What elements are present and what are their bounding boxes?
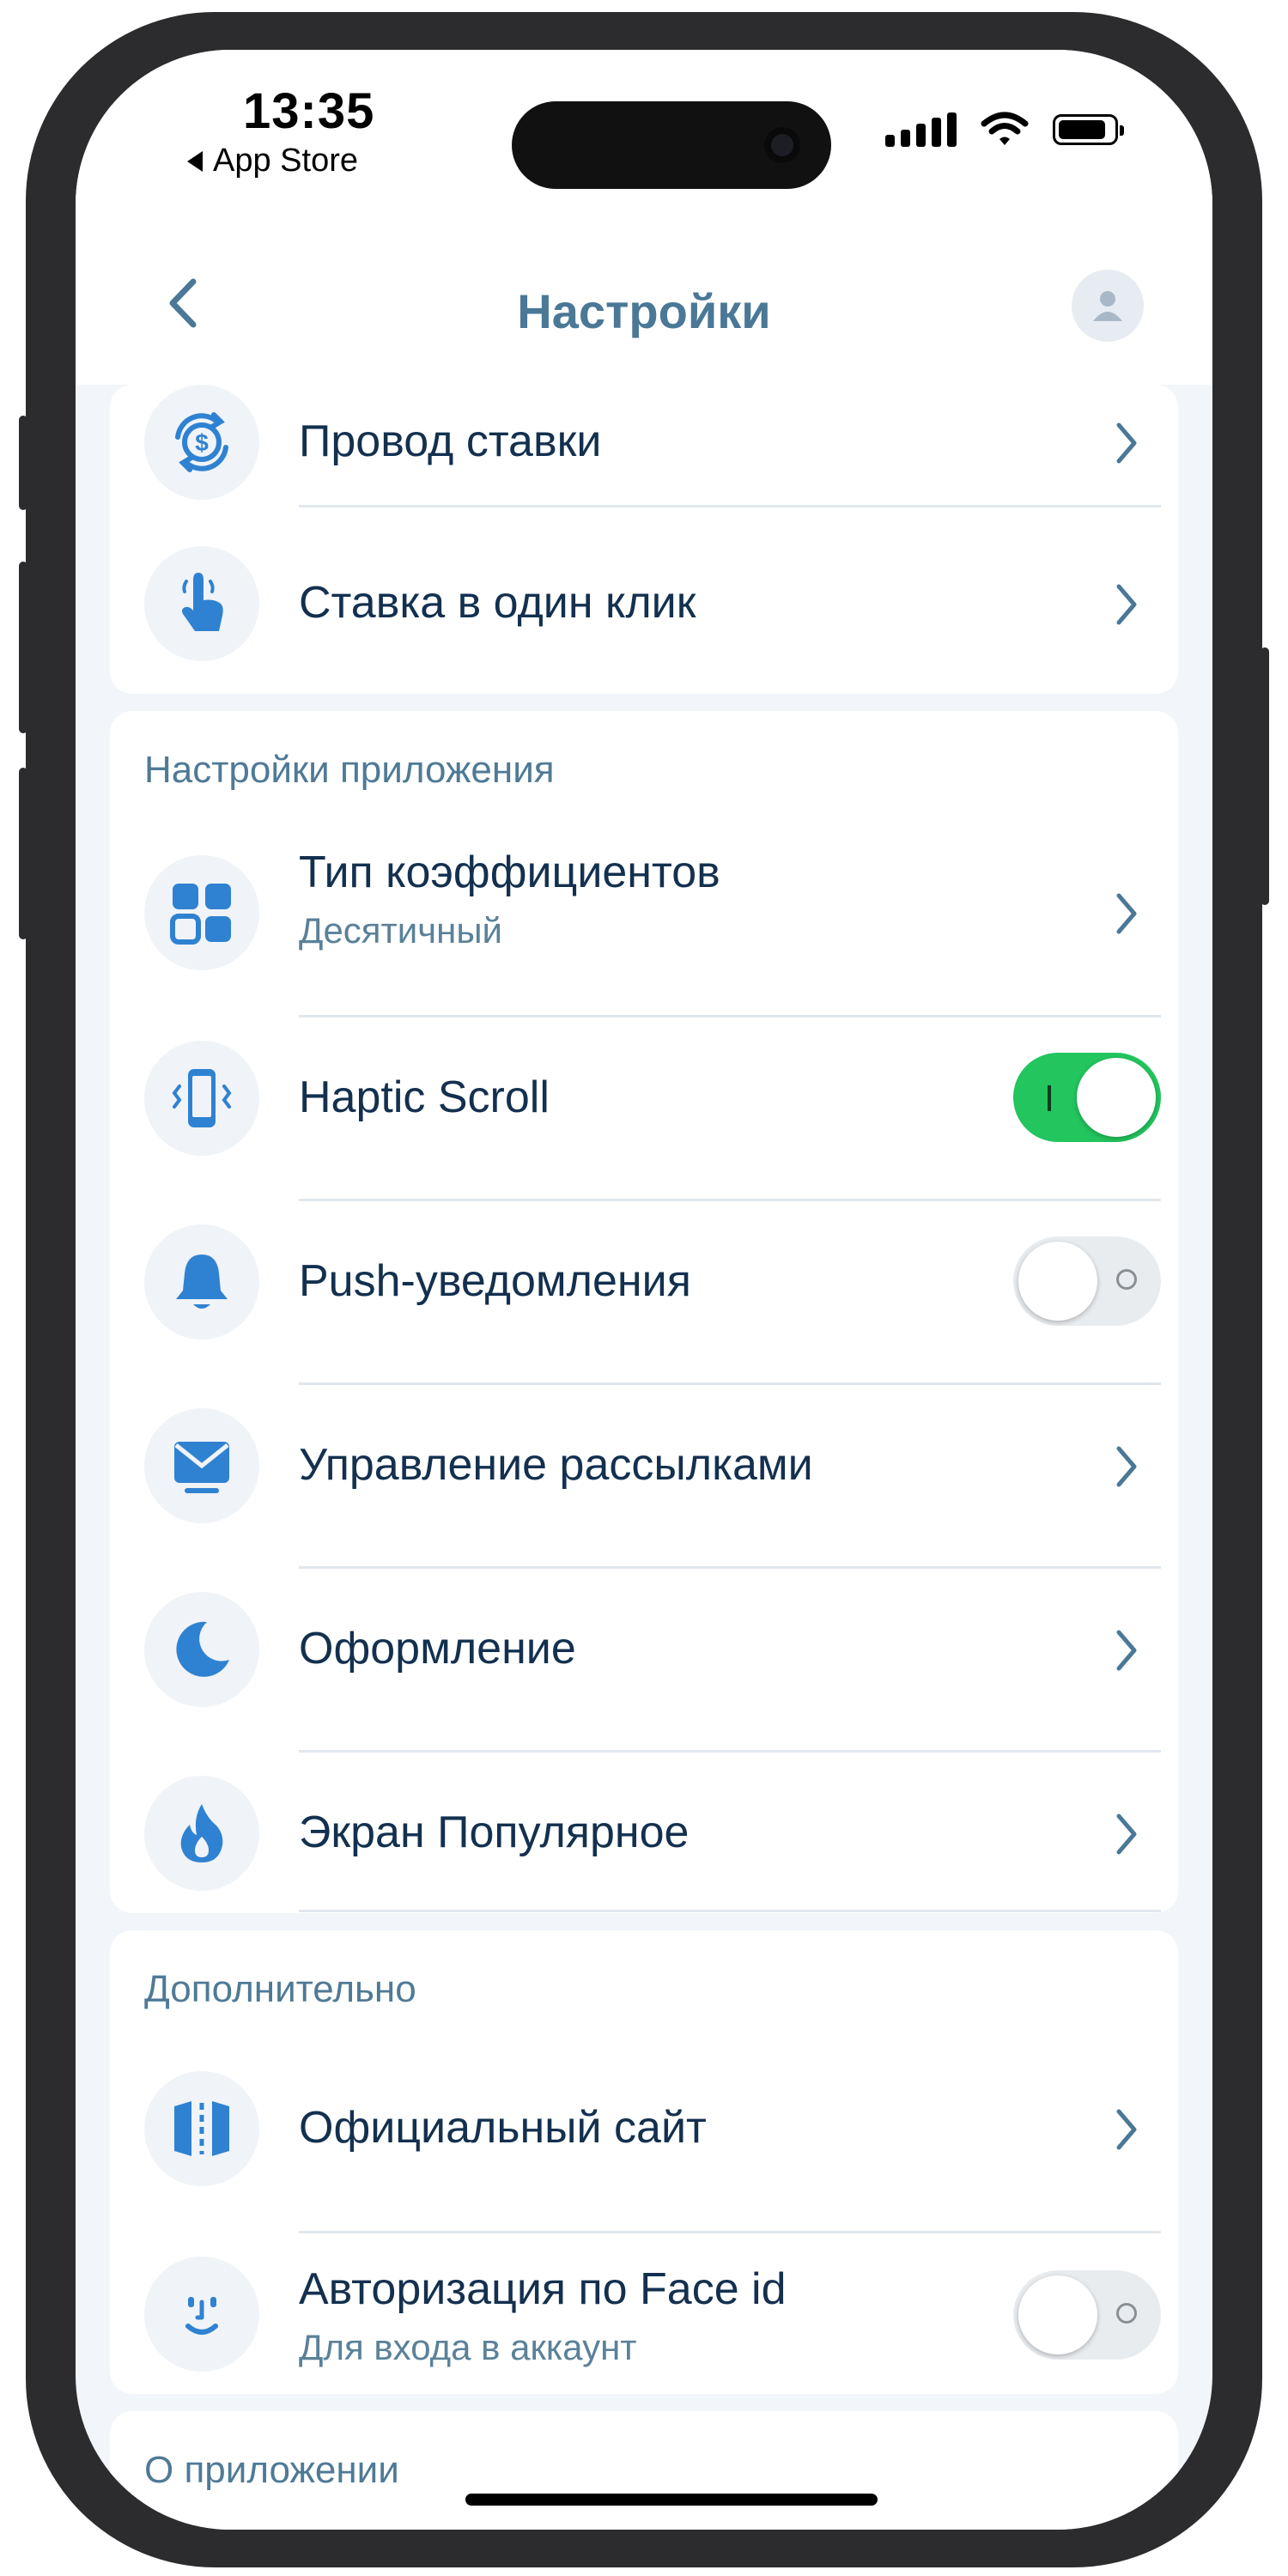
row-label: Тип коэффициентов	[299, 848, 720, 897]
push-notifications-toggle[interactable]	[1013, 1236, 1161, 1326]
toggle-off-mark	[1116, 2303, 1137, 2324]
back-triangle-icon	[187, 150, 203, 172]
icon-circle	[144, 1408, 259, 1523]
divider	[299, 1566, 1161, 1569]
card-app-settings: Настройки приложения Тип коэффициентов Д…	[110, 711, 1178, 1913]
haptic-scroll-toggle[interactable]	[1013, 1053, 1161, 1142]
row-label: Ставка в один клик	[299, 578, 696, 628]
card-about: О приложении	[110, 2411, 1178, 2530]
section-title: Дополнительно	[144, 1968, 416, 2010]
silent-switch	[19, 416, 27, 510]
face-id-toggle[interactable]	[1013, 2270, 1161, 2360]
battery-icon	[1053, 114, 1124, 145]
chevron-right-icon	[1109, 1625, 1144, 1676]
row-label: Оформление	[299, 1624, 576, 1674]
page-title: Настройки	[517, 284, 771, 338]
toggle-knob	[1018, 2275, 1097, 2354]
row-label: Управление рассылками	[299, 1440, 813, 1490]
toggle-off-mark	[1116, 1269, 1137, 1290]
settings-row-mailing[interactable]: Управление рассылками	[110, 1408, 1178, 1554]
toggle-knob	[1077, 1058, 1156, 1137]
icon-circle	[144, 2071, 259, 2186]
settings-row-haptic-scroll: Haptic Scroll	[110, 1041, 1178, 1187]
face-id-icon	[185, 2297, 218, 2335]
user-icon	[1093, 291, 1122, 321]
icon-circle	[144, 1776, 259, 1891]
settings-row-bet-wire[interactable]: $ Провод ставки	[110, 385, 1178, 522]
toggle-knob	[1018, 1242, 1097, 1321]
settings-row-odds-type[interactable]: Тип коэффициентов Десятичный	[110, 840, 1178, 986]
chevron-right-icon	[1109, 579, 1144, 630]
volume-up-button	[19, 562, 27, 733]
card-extra: Дополнительно Официальный сайт Авторизац…	[110, 1930, 1178, 2394]
dynamic-island	[512, 101, 831, 189]
svg-text:$: $	[195, 429, 209, 456]
back-app-label: App Store	[213, 143, 358, 179]
screen: 13:35 App Store Настройки $ Провод ставк…	[76, 50, 1212, 2530]
status-time: 13:35	[243, 83, 375, 139]
dollar-refresh-icon: $	[175, 412, 228, 472]
home-indicator[interactable]	[465, 2494, 878, 2506]
row-sublabel: Для входа в аккаунт	[299, 2327, 637, 2367]
settings-row-one-click-bet[interactable]: Ставка в один клик	[110, 546, 1178, 675]
row-label: Авторизация по Face id	[299, 2264, 787, 2314]
status-bar: 13:35 App Store	[76, 50, 1212, 230]
flame-icon	[180, 1804, 223, 1862]
row-label: Провод ставки	[299, 416, 602, 466]
nav-bar: Настройки	[76, 230, 1212, 385]
chevron-right-icon	[1109, 2104, 1144, 2155]
phone-frame: 13:35 App Store Настройки $ Провод ставк…	[19, 12, 1269, 2567]
icon-circle	[144, 1592, 259, 1707]
camera-icon	[764, 127, 800, 163]
icon-circle	[144, 2257, 259, 2372]
row-label: Haptic Scroll	[299, 1072, 550, 1122]
volume-down-button	[19, 768, 27, 939]
phone-vibrate-icon	[172, 1069, 232, 1127]
divider	[299, 1015, 1161, 1018]
back-to-app-store[interactable]: App Store	[187, 143, 358, 179]
avatar[interactable]	[1072, 270, 1144, 342]
icon-circle	[144, 855, 259, 970]
icon-circle	[144, 1224, 259, 1340]
card-bets: $ Провод ставки Ставка в один клик	[110, 385, 1178, 694]
divider	[299, 1910, 1161, 1912]
settings-row-push: Push-уведомления	[110, 1224, 1178, 1370]
divider	[299, 1750, 1161, 1753]
tap-finger-icon	[182, 573, 223, 631]
settings-row-popular-screen[interactable]: Экран Популярное	[110, 1776, 1178, 1905]
section-title: Настройки приложения	[144, 749, 555, 791]
settings-row-official-site[interactable]: Официальный сайт	[110, 2071, 1178, 2217]
toggle-on-mark	[1048, 1085, 1051, 1111]
chevron-right-icon	[1109, 1808, 1144, 1860]
row-label: Экран Популярное	[299, 1807, 690, 1857]
row-label: Официальный сайт	[299, 2103, 707, 2153]
divider	[299, 1199, 1161, 1201]
icon-circle: $	[144, 385, 259, 500]
row-sublabel: Десятичный	[299, 910, 502, 951]
moon-icon	[176, 1621, 229, 1677]
status-icons	[885, 112, 1124, 148]
chevron-right-icon	[1109, 888, 1144, 939]
wifi-icon	[981, 112, 1029, 145]
divider	[299, 505, 1161, 507]
divider	[299, 1382, 1161, 1385]
map-icon	[174, 2101, 229, 2156]
settings-row-face-id: Авторизация по Face id Для входа в аккау…	[110, 2257, 1178, 2403]
bell-icon	[176, 1255, 228, 1309]
divider	[299, 2231, 1161, 2233]
row-label: Push-уведомления	[299, 1256, 691, 1306]
icon-circle	[144, 546, 259, 661]
section-title: О приложении	[144, 2449, 399, 2491]
chevron-right-icon	[1109, 1441, 1144, 1492]
settings-row-appearance[interactable]: Оформление	[110, 1592, 1178, 1738]
icon-circle	[144, 1041, 259, 1156]
cellular-signal-icon	[885, 112, 957, 147]
mail-icon	[174, 1442, 229, 1493]
chevron-right-icon	[1109, 417, 1144, 469]
grid-icon	[170, 884, 231, 945]
power-button	[1261, 647, 1269, 905]
